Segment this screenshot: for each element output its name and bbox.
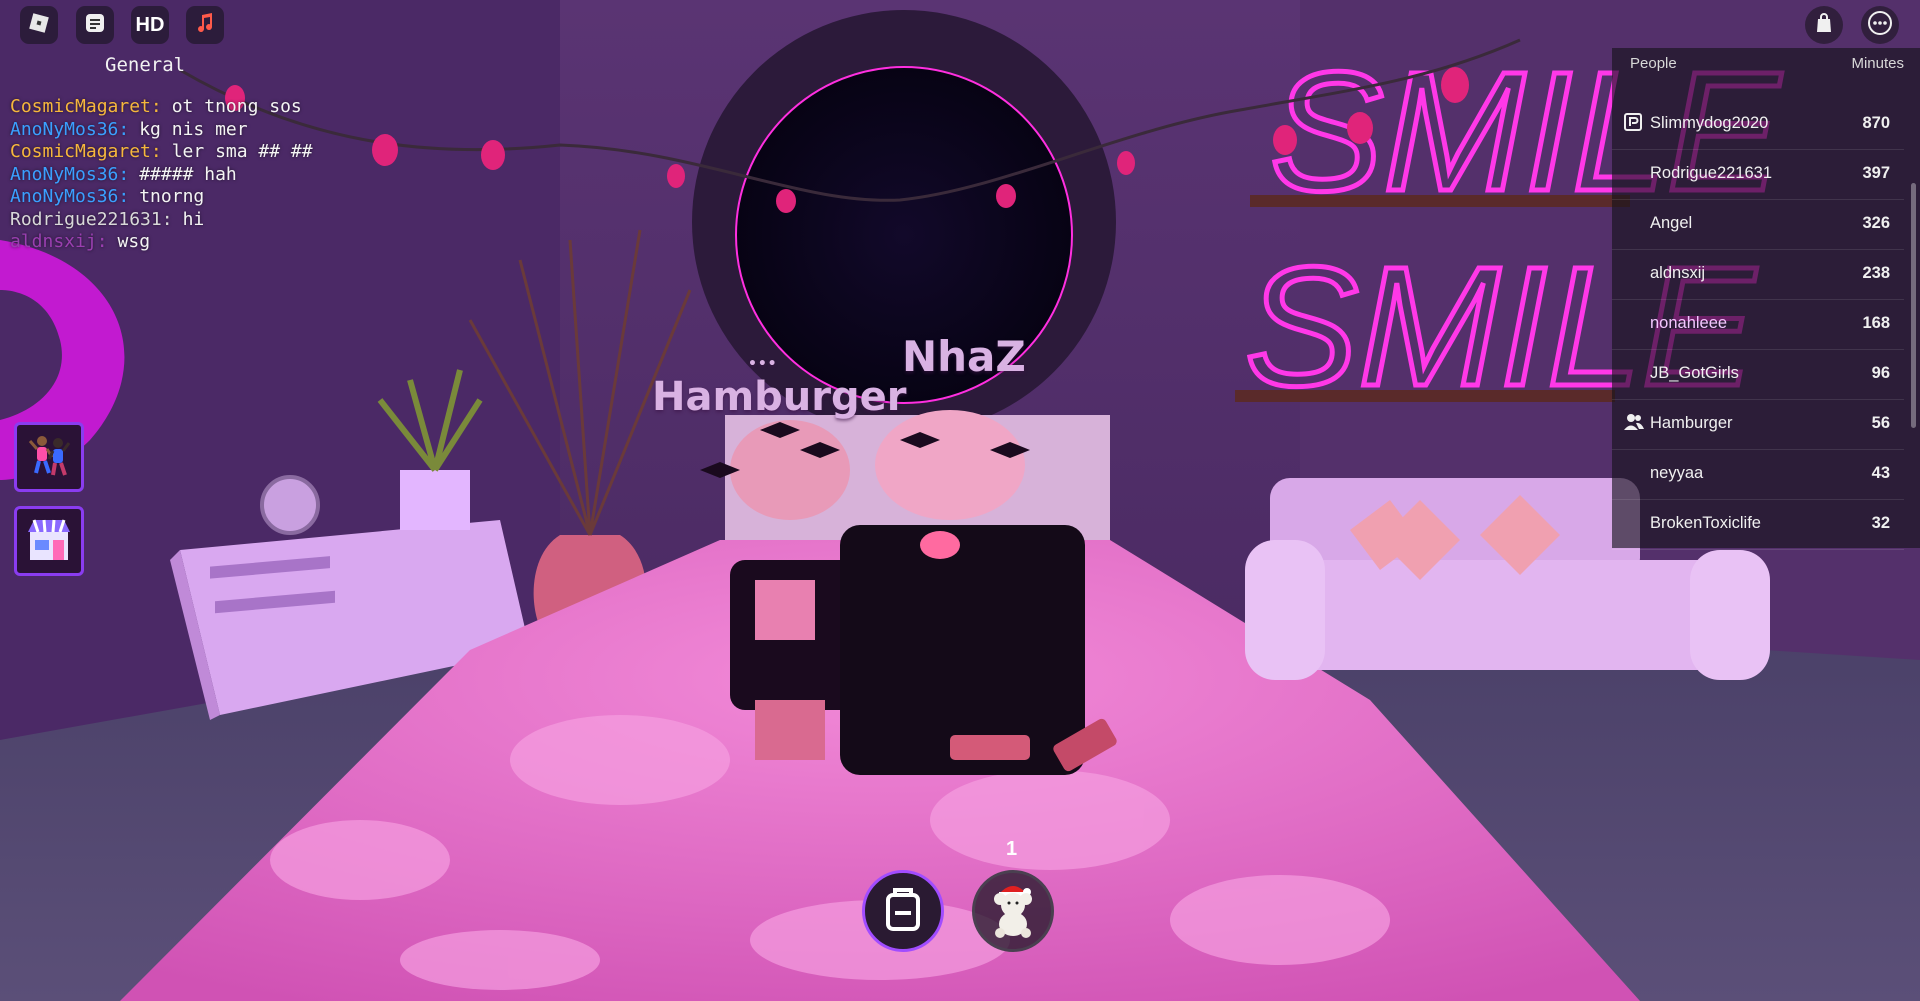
chat-message-text: tnorng xyxy=(139,186,205,207)
leaderboard-minutes-value: 168 xyxy=(1862,314,1890,332)
leaderboard-row[interactable]: Rodrigue221631 397 xyxy=(1612,150,1904,200)
shop-button[interactable] xyxy=(14,506,84,576)
leaderboard-row[interactable]: Angel 326 xyxy=(1612,200,1904,250)
chat-button[interactable] xyxy=(76,6,114,44)
chat-message: AnoNyMos36: tnorng xyxy=(10,186,370,209)
friends-icon xyxy=(1624,413,1644,436)
chat-message-author[interactable]: Rodrigue221631: xyxy=(10,209,173,230)
leaderboard-scrollbar[interactable] xyxy=(1911,183,1916,428)
more-options-icon xyxy=(1867,10,1893,40)
leaderboard-row[interactable]: aldnsxij 238 xyxy=(1612,250,1904,300)
chat-message: AnoNyMos36: kg nis mer xyxy=(10,119,370,142)
leaderboard-row[interactable]: neyyaa 43 xyxy=(1612,450,1904,500)
chat-message-author[interactable]: AnoNyMos36: xyxy=(10,119,129,140)
leaderboard-minutes-value: 43 xyxy=(1871,464,1890,482)
leaderboard-minutes-value: 32 xyxy=(1871,514,1890,532)
leaderboard-player-name: Angel xyxy=(1650,214,1693,232)
more-options-button[interactable] xyxy=(1861,6,1899,44)
leaderboard-minutes-value: 56 xyxy=(1871,414,1890,432)
emotes-icon xyxy=(25,431,73,483)
shopping-bag-icon xyxy=(1813,12,1835,38)
chat-channel-tab[interactable]: General xyxy=(105,54,185,76)
backpack-icon xyxy=(880,885,926,937)
chat-message: Rodrigue221631: hi xyxy=(10,209,370,232)
chat-message-author[interactable]: aldnsxij: xyxy=(10,231,108,252)
chat-message-author[interactable]: AnoNyMos36: xyxy=(10,186,129,207)
chat-message-text: ##### hah xyxy=(139,163,237,185)
chat-message-text: hi xyxy=(182,208,205,230)
roblox-menu-button[interactable] xyxy=(20,6,58,44)
shop-icon xyxy=(24,514,74,568)
sign-shelf-bottom xyxy=(1235,390,1615,402)
hd-button[interactable]: HD xyxy=(131,6,169,44)
hotbar-slot-number: 1 xyxy=(1006,838,1018,860)
leaderboard-row[interactable]: JB_GotGirls 96 xyxy=(1612,350,1904,400)
leaderboard-minutes-value: 870 xyxy=(1862,114,1890,132)
leaderboard-minutes-value: 238 xyxy=(1862,264,1890,282)
shop-bag-button[interactable] xyxy=(1805,6,1843,44)
chat-icon xyxy=(83,11,107,39)
chat-message-text: ler sma ## ## xyxy=(171,141,313,162)
sign-shelf-top xyxy=(1250,195,1630,207)
chat-message-text: kg nis mer xyxy=(139,118,248,140)
leaderboard-row[interactable]: Slimmydog2020 870 xyxy=(1612,100,1904,150)
chat-log[interactable]: CosmicMagaret: ot tnong sos AnoNyMos36: kg … xyxy=(10,96,370,254)
leaderboard-minutes-value: 397 xyxy=(1862,164,1890,182)
chat-message: aldnsxij: wsg xyxy=(10,231,370,254)
leaderboard-player-name: Slimmydog2020 xyxy=(1650,114,1769,132)
chat-message-author[interactable]: CosmicMagaret: xyxy=(10,96,162,117)
chat-message: CosmicMagaret: ler sma ## ## xyxy=(10,141,370,164)
chat-message-text: wsg xyxy=(117,231,151,252)
player-leaderboard[interactable]: People Minutes Slimmydog2020 870 Rodrigue2… xyxy=(1612,48,1920,550)
chat-message-author[interactable]: AnoNyMos36: xyxy=(10,164,129,185)
chat-message: AnoNyMos36: ##### hah xyxy=(10,164,370,187)
music-icon xyxy=(193,11,217,39)
leaderboard-row[interactable]: Hamburger 56 xyxy=(1612,400,1904,450)
roblox-menu-icon xyxy=(28,12,50,38)
leaderboard-header: People Minutes xyxy=(1612,48,1920,80)
leaderboard-row[interactable]: nonahleee 168 xyxy=(1612,300,1904,350)
music-button[interactable] xyxy=(186,6,224,44)
leaderboard-player-name: nonahleee xyxy=(1650,314,1728,332)
leaderboard-player-name: aldnsxij xyxy=(1650,264,1706,282)
leaderboard-col-people: People xyxy=(1630,55,1677,72)
chat-message: CosmicMagaret: ot tnong sos xyxy=(10,96,370,119)
typing-indicator: • • • xyxy=(748,356,777,372)
chat-message-author[interactable]: CosmicMagaret: xyxy=(10,141,162,162)
leaderboard-minutes-value: 96 xyxy=(1871,364,1890,382)
hd-icon: HD xyxy=(135,13,165,36)
leaderboard-minutes-value: 326 xyxy=(1862,214,1890,232)
leaderboard-player-name: JB_GotGirls xyxy=(1650,364,1739,382)
emotes-button[interactable] xyxy=(14,422,84,492)
player-nametag-nhaz: NhaZ xyxy=(902,332,1026,381)
leaderboard-row[interactable]: BrokenToxiclife 32 xyxy=(1612,500,1904,550)
leaderboard-col-minutes: Minutes xyxy=(1851,55,1904,72)
leaderboard-player-name: neyyaa xyxy=(1650,464,1704,482)
plant-pot xyxy=(400,470,470,530)
chat-message-text: ot tnong sos xyxy=(171,96,302,117)
teddy-bear-icon xyxy=(986,879,1040,943)
premium-icon xyxy=(1624,113,1642,136)
teddy-bear-slot[interactable] xyxy=(972,870,1054,952)
alarm-clock xyxy=(260,475,320,535)
leaderboard-player-name: BrokenToxiclife xyxy=(1650,514,1761,532)
backpack-slot[interactable] xyxy=(862,870,944,952)
leaderboard-player-name: Hamburger xyxy=(1650,414,1733,432)
player-nametag-hamburger: Hamburger xyxy=(652,374,907,420)
leaderboard-player-name: Rodrigue221631 xyxy=(1650,164,1773,182)
